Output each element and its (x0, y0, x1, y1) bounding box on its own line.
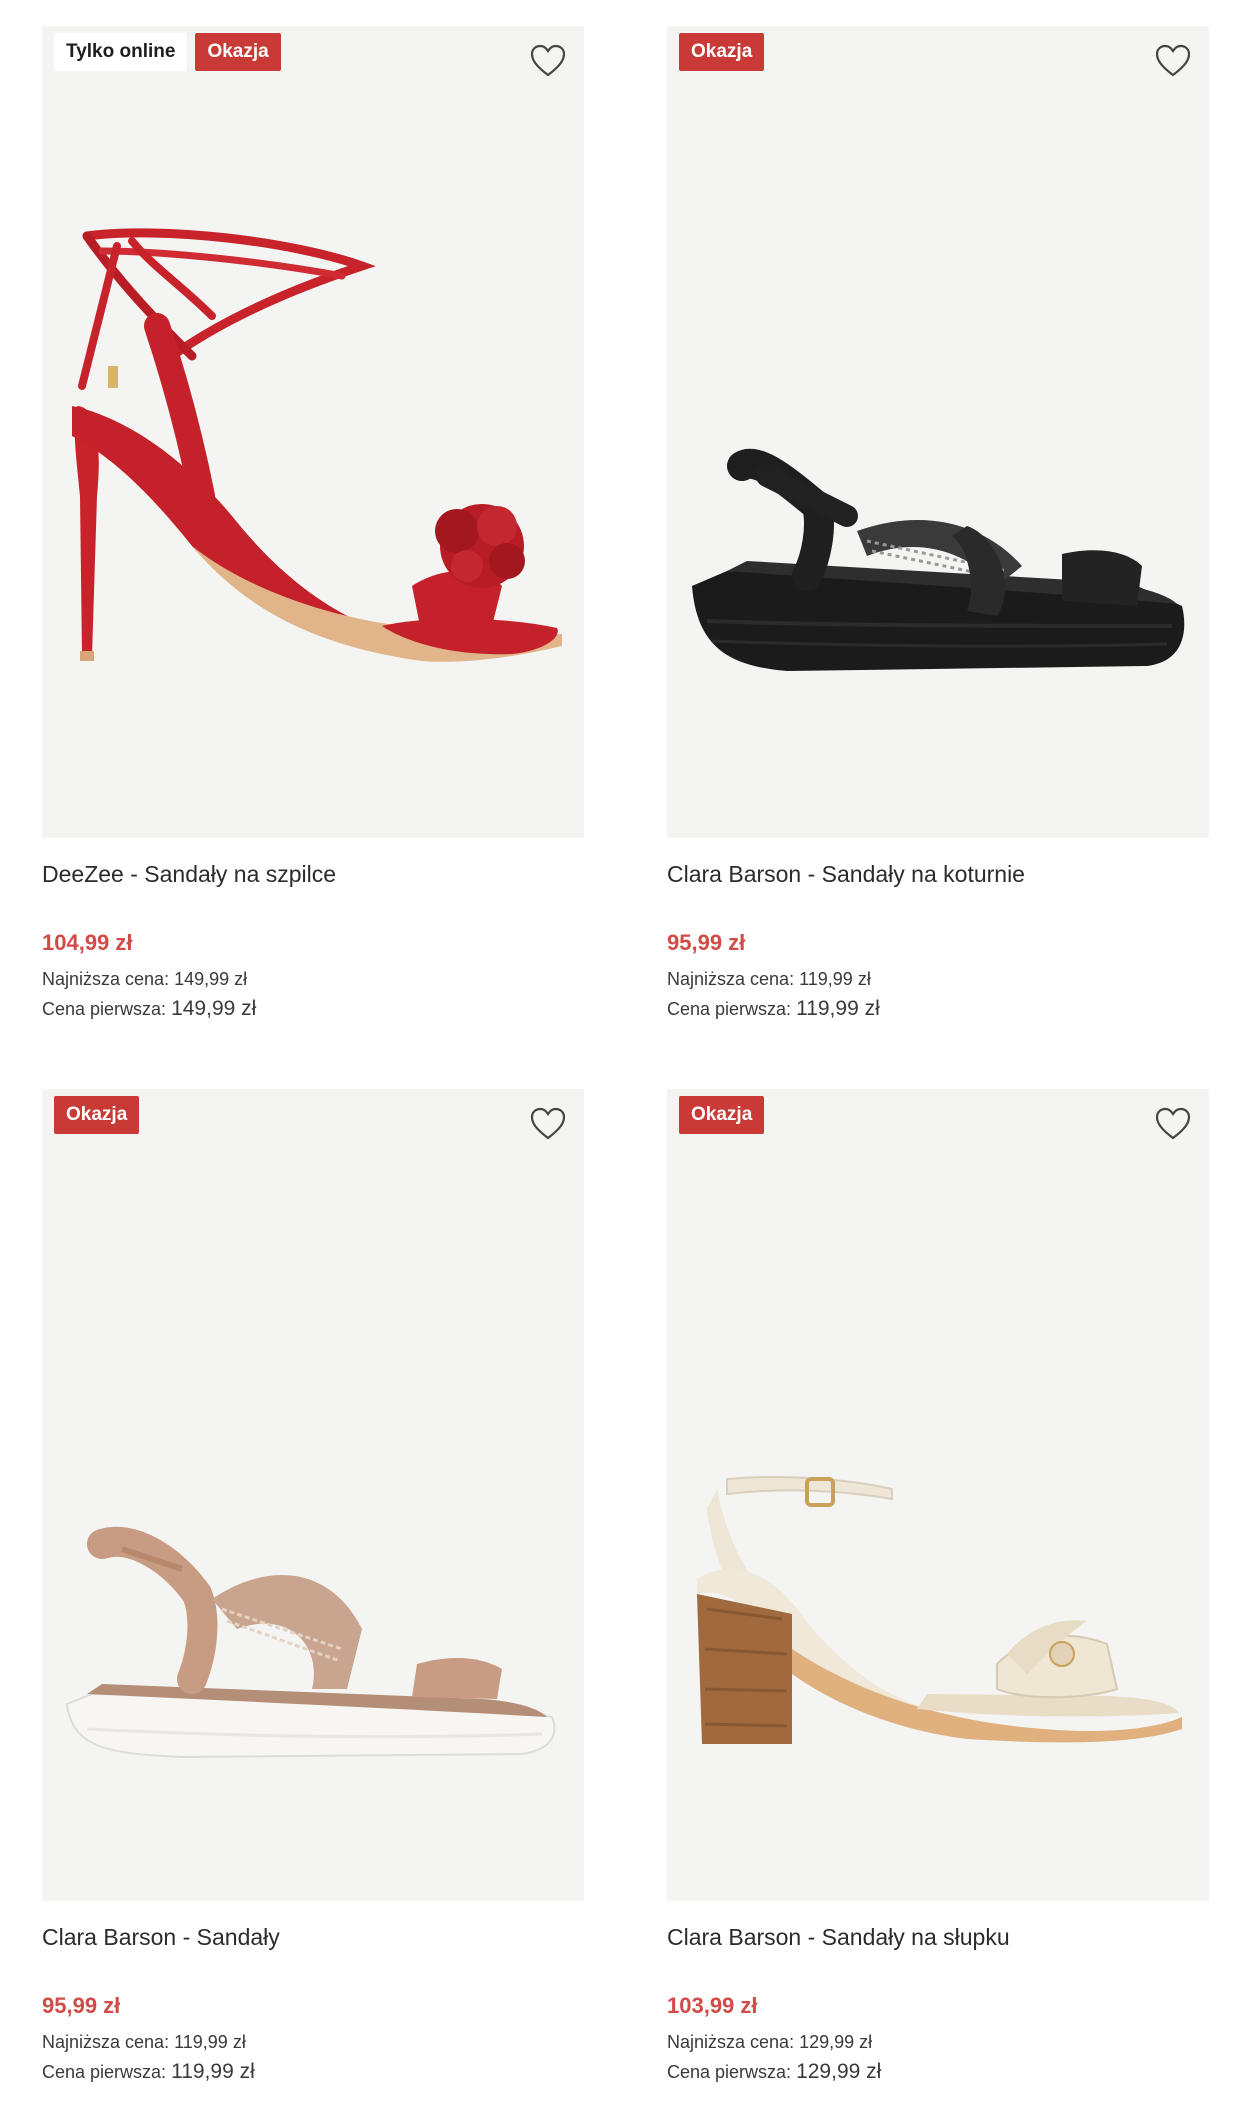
product-title[interactable]: Clara Barson - Sandały (42, 1921, 584, 1953)
deal-badge: Okazja (54, 1096, 140, 1134)
product-price: 103,99 zł (667, 1993, 758, 2018)
product-price: 95,99 zł (667, 930, 746, 955)
black-wedge-sandal-image (692, 448, 1185, 671)
first-price-label: Cena pierwsza: (42, 2062, 167, 2082)
product-title[interactable]: Clara Barson - Sandały na koturnie (667, 858, 1209, 890)
first-price-value: 119,99 zł (796, 997, 880, 1020)
deal-badge: Okazja (679, 33, 765, 71)
product-card[interactable]: Tylko online Okazja DeeZee - Sandały na … (42, 26, 584, 1024)
lowest-price-label: Najniższa cena: (42, 2032, 170, 2052)
lowest-price-row: Najniższa cena: 129,99 zł (667, 2027, 1209, 2057)
lowest-price-row: Najniższa cena: 119,99 zł (667, 964, 1209, 994)
lowest-price-value: 149,99 zł (174, 969, 248, 989)
first-price-label: Cena pierwsza: (42, 999, 167, 1019)
first-price-row: Cena pierwsza: 119,99 zł (42, 2057, 584, 2087)
product-title[interactable]: Clara Barson - Sandały na słupku (667, 1921, 1209, 1953)
heart-outline-icon[interactable] (1153, 1105, 1193, 1145)
product-image[interactable]: Okazja (42, 1089, 584, 1901)
first-price-value: 149,99 zł (171, 997, 257, 1020)
heart-outline-icon[interactable] (1153, 42, 1193, 82)
lowest-price-label: Najniższa cena: (667, 969, 795, 989)
first-price-value: 129,99 zł (796, 2060, 882, 2083)
first-price-row: Cena pierwsza: 149,99 zł (42, 994, 584, 1024)
lowest-price-row: Najniższa cena: 149,99 zł (42, 964, 584, 994)
product-title[interactable]: DeeZee - Sandały na szpilce (42, 858, 584, 890)
first-price-row: Cena pierwsza: 129,99 zł (667, 2057, 1209, 2087)
product-card[interactable]: Okazja Clara Barson - Sandały na słupku … (667, 1089, 1209, 2087)
badges: Okazja (679, 33, 765, 71)
lowest-price-value: 119,99 zł (799, 969, 871, 989)
badges: Okazja (54, 1096, 140, 1134)
online-only-badge: Tylko online (54, 33, 188, 71)
lowest-price-value: 129,99 zł (799, 2032, 873, 2052)
product-card[interactable]: Okazja Clara Barson - Sandały 95,99 zł N… (42, 1089, 584, 2087)
first-price-row: Cena pierwsza: 119,99 zł (667, 994, 1209, 1024)
deal-badge: Okazja (679, 1096, 765, 1134)
product-grid: Tylko online Okazja DeeZee - Sandały na … (0, 0, 1250, 2123)
badges: Tylko online Okazja (54, 33, 281, 71)
first-price-label: Cena pierwsza: (667, 2062, 792, 2082)
lowest-price-label: Najniższa cena: (42, 969, 170, 989)
beige-platform-sandal-image (65, 1526, 556, 1759)
lowest-price-value: 119,99 zł (174, 2032, 246, 2052)
product-price: 104,99 zł (42, 930, 133, 955)
cream-block-heel-sandal-image (697, 1476, 1182, 1744)
product-image[interactable]: Okazja (667, 26, 1209, 838)
red-stiletto-sandal-image (72, 228, 562, 662)
product-image[interactable]: Okazja (667, 1089, 1209, 1901)
heart-outline-icon[interactable] (528, 42, 568, 82)
product-image[interactable]: Tylko online Okazja (42, 26, 584, 838)
lowest-price-row: Najniższa cena: 119,99 zł (42, 2027, 584, 2057)
first-price-label: Cena pierwsza: (667, 999, 792, 1019)
badges: Okazja (679, 1096, 765, 1134)
heart-outline-icon[interactable] (528, 1105, 568, 1145)
product-price: 95,99 zł (42, 1993, 121, 2018)
product-card[interactable]: Okazja Clara Barson - Sandały na koturni… (667, 26, 1209, 1024)
deal-badge: Okazja (195, 33, 281, 71)
lowest-price-label: Najniższa cena: (667, 2032, 795, 2052)
first-price-value: 119,99 zł (171, 2060, 255, 2083)
